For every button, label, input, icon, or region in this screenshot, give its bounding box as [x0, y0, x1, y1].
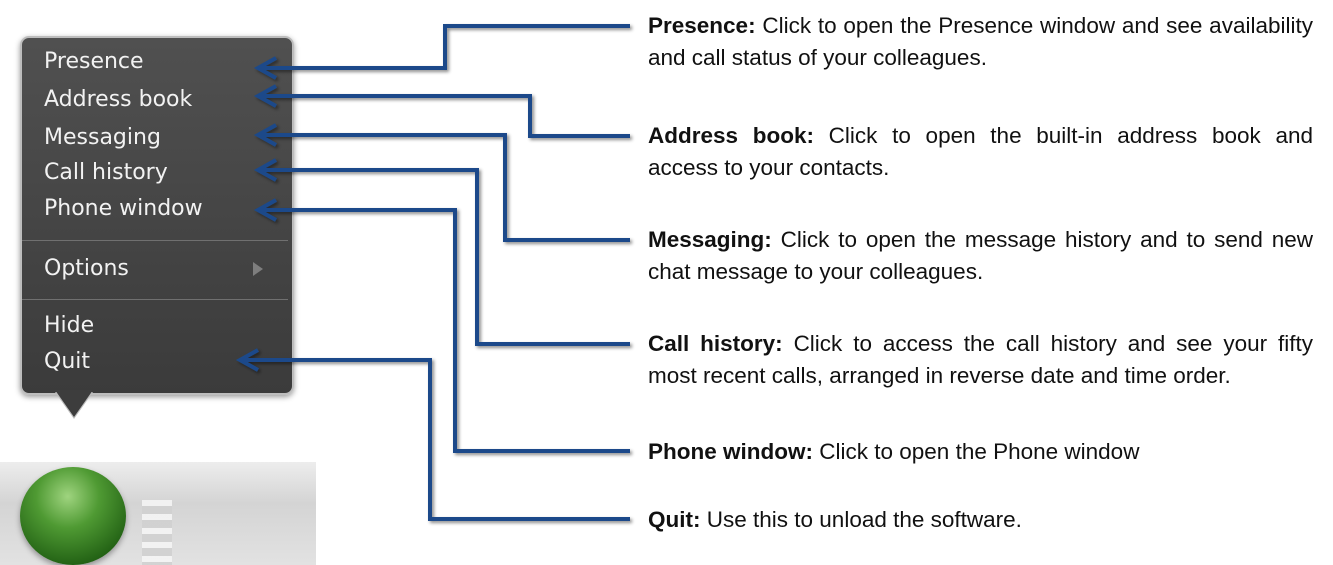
description-presence: Presence: Click to open the Presence win… [648, 10, 1313, 74]
description-address-book: Address book: Click to open the built-in… [648, 120, 1313, 184]
description-term: Call history: [648, 331, 783, 356]
description-term: Phone window: [648, 439, 813, 464]
description-quit: Quit: Use this to unload the software. [648, 504, 1313, 536]
connector-messaging [258, 133, 630, 242]
connector-phone-window [258, 208, 630, 453]
description-term: Address book: [648, 123, 814, 148]
description-term: Quit: [648, 507, 701, 532]
description-text: Click to open the Phone window [819, 439, 1140, 464]
description-call-history: Call history: Click to access the call h… [648, 328, 1313, 392]
connector-address-book [258, 94, 630, 138]
description-term: Messaging: [648, 227, 772, 252]
description-text: Use this to unload the software. [706, 507, 1022, 532]
connector-quit [240, 358, 630, 521]
description-phone-window: Phone window: Click to open the Phone wi… [648, 436, 1313, 468]
connector-presence [258, 24, 630, 70]
connector-call-history [258, 168, 630, 346]
description-messaging: Messaging: Click to open the message his… [648, 224, 1313, 288]
description-term: Presence: [648, 13, 756, 38]
